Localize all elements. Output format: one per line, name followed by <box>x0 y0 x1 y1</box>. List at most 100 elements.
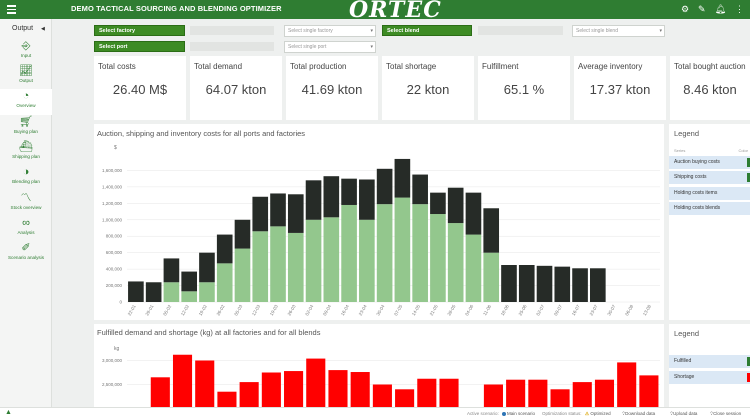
bar-segment <box>465 234 482 302</box>
bar <box>395 389 415 407</box>
legend-title-2: Legend <box>674 329 700 338</box>
x-tick-label: 19-03 <box>269 304 279 317</box>
y-axis-unit: $ <box>114 145 117 151</box>
x-tick-label: 04-06 <box>464 304 474 317</box>
single-factory-select[interactable]: Select single factory ▾ <box>284 25 376 37</box>
bar <box>372 384 392 407</box>
select-blend-button[interactable]: Select blend <box>382 25 472 36</box>
sidebar-item-stock-overview[interactable]: 〽 Stock overview <box>0 191 52 217</box>
select-factory-button[interactable]: Select factory <box>94 25 185 36</box>
bar-segment <box>216 263 233 302</box>
bell-icon[interactable]: 🔔︎ <box>715 4 726 14</box>
more-vert-icon[interactable]: ⋮ <box>735 4 744 14</box>
upload-data-button[interactable]: 💡︎Upload data <box>670 411 697 416</box>
bar-segment <box>412 204 428 302</box>
x-tick-label: 29-01 <box>144 304 154 317</box>
sidebar-item-output[interactable]: 📈︎ Output <box>0 64 52 90</box>
sidebar-item-overview[interactable]: ◔ Overview <box>0 89 52 115</box>
sidebar-item-buying-plan[interactable]: 🛒︎ Buying plan <box>0 115 52 141</box>
bar-segment <box>234 219 251 249</box>
bar-segment <box>359 179 375 220</box>
bar <box>617 362 637 407</box>
bar-segment <box>163 258 180 283</box>
bar <box>239 382 259 407</box>
sidebar-item-analysis[interactable]: ∞ Analysis <box>0 216 52 242</box>
single-port-select[interactable]: Select single port ▾ <box>284 41 376 53</box>
legend-item-shipping-costs[interactable]: Shipping costs <box>669 171 750 184</box>
download-data-button[interactable]: 💡︎Download data <box>622 411 655 416</box>
dropdown-arrow-icon: ▾ <box>659 28 662 34</box>
bar <box>306 358 326 407</box>
bar-segment <box>323 217 340 302</box>
kpi-average-inventory: Average inventory 17.37 kton <box>574 56 666 120</box>
sidebar-item-blending-plan[interactable]: ◑ Blending plan <box>0 165 52 191</box>
x-tick-label: 07-05 <box>393 304 403 317</box>
bar-segment <box>572 268 588 302</box>
bar <box>328 370 348 407</box>
stock-icon: 〽 <box>20 192 32 204</box>
bar-segment <box>199 282 215 302</box>
kpi-total-demand: Total demand 64.07 kton <box>190 56 282 120</box>
status-bar: ▲ Active scenario: Main scenario Optimiz… <box>0 407 750 419</box>
bar-segment <box>536 265 553 302</box>
legend-item-holding-costs-items[interactable]: Holding costs items <box>669 187 750 200</box>
sidebar-item-scenario-analysis[interactable]: ✐ Scenario analysis <box>0 241 52 267</box>
bar-segment <box>518 265 535 302</box>
active-scenario[interactable]: Main scenario <box>502 411 535 416</box>
x-tick-label: 28-05 <box>446 304 456 317</box>
bar <box>528 379 548 407</box>
close-session-button[interactable]: 💡︎Close session <box>710 411 741 416</box>
y-tick-label: 1,400,000 <box>102 184 123 189</box>
bar-segment <box>376 204 393 302</box>
optimization-status: ⚠ Optimized <box>585 411 611 416</box>
collapse-caret-icon[interactable]: ◀ <box>41 26 45 32</box>
active-scenario-label: Active scenario: <box>467 411 499 416</box>
bar-segment <box>270 193 286 227</box>
y-tick-label: 0 <box>119 300 122 305</box>
pencil-icon[interactable]: ✎ <box>698 4 706 14</box>
optimization-status-label: Optimization status: <box>542 411 582 416</box>
gear-icon[interactable]: ⚙ <box>681 4 689 14</box>
bar-segment <box>501 265 517 302</box>
legend-item-shortage[interactable]: Shortage <box>669 371 750 384</box>
single-blend-select[interactable]: Select single blend ▾ <box>572 25 665 37</box>
x-tick-label: 25-06 <box>518 304 528 317</box>
y-tick-label: 200,000 <box>106 283 123 288</box>
sidebar-section-output[interactable]: Output ◀ <box>12 25 45 32</box>
scenario-icon: ✐ <box>21 242 31 254</box>
bar-segment <box>234 248 251 302</box>
costs-chart-panel: Auction, shipping and inventory costs fo… <box>94 124 664 320</box>
blend-filter-display <box>478 26 563 35</box>
x-tick-label: 09-04 <box>322 304 332 317</box>
bar-segment <box>412 174 428 205</box>
bar-segment <box>181 271 198 292</box>
x-tick-label: 30-04 <box>375 304 385 317</box>
bar <box>417 378 437 407</box>
x-tick-label: 22-01 <box>127 304 137 317</box>
bar-segment <box>341 178 357 205</box>
bar <box>506 379 526 407</box>
app-root: DEMO TACTICAL SOURCING AND BLENDING OPTI… <box>0 0 750 419</box>
menu-icon[interactable] <box>7 5 16 14</box>
costs-chart: $0 200,000 400,000 600,000 800,000 1,000,000 1… <box>102 145 660 317</box>
bar <box>150 377 170 407</box>
legend-item-holding-costs-blends[interactable]: Holding costs blends <box>669 202 750 215</box>
legend-item-fulfilled[interactable]: Fulfilled <box>669 355 750 368</box>
bar <box>172 354 193 407</box>
bar-segment <box>252 231 269 302</box>
bar-segment <box>376 168 393 205</box>
select-port-button[interactable]: Select port <box>94 41 185 52</box>
sidebar-item-input[interactable]: ⎆ Input <box>0 39 52 65</box>
x-tick-label: 02-04 <box>304 304 314 317</box>
demand-chart-panel: Fulfilled demand and shortage (kg) at al… <box>94 324 664 407</box>
bar-segment <box>270 226 286 302</box>
bar-segment <box>323 176 340 218</box>
kpi-total-bought-auction: Total bought auction 8.46 kton <box>670 56 750 120</box>
bar <box>572 382 592 407</box>
sidebar: Output ◀ ⎆ Input 📈︎ Output ◔ Overview 🛒︎ … <box>0 19 52 407</box>
kpi-fulfillment: Fulfillment 65.1 % <box>478 56 570 120</box>
dropdown-arrow-icon: ▾ <box>370 44 373 50</box>
x-tick-label: 02-07 <box>535 304 545 317</box>
sidebar-item-shipping-plan[interactable]: ⛴︎ Shipping plan <box>0 140 52 166</box>
legend-item-auction-buying-costs[interactable]: Auction buying costs <box>669 156 750 169</box>
